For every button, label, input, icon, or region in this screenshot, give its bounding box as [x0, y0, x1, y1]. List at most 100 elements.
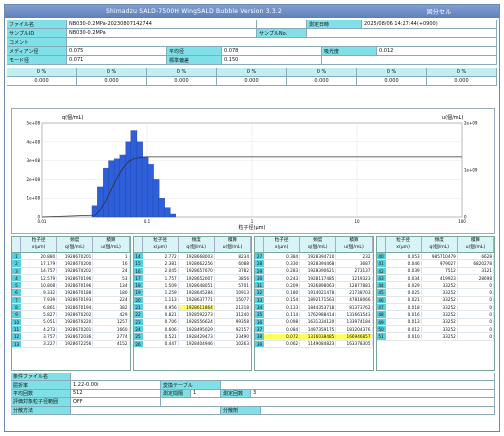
row-number: 15 [133, 260, 143, 267]
row-number: 50 [376, 325, 386, 333]
table-row[interactable]: 25 0.521 1928429473 23490 [133, 333, 252, 341]
table-row[interactable]: 30 0.243 1928117485 1219323 [255, 274, 373, 283]
table-cell: 6820278 [458, 260, 495, 266]
table-row[interactable]: 36 0.098 1631334120 133974184 [255, 318, 373, 326]
table-row[interactable]: 2 17.179 1928670200 16 [12, 260, 130, 268]
table-cell: 1.509 [143, 282, 179, 288]
table-row[interactable]: 45 0.025 33252 0 [376, 289, 495, 297]
table-row[interactable]: 18 1.509 1928648051 5701 [133, 282, 252, 290]
row-number: 11 [12, 325, 21, 333]
table-row[interactable]: 31 0.209 1926898063 12877881 [255, 282, 373, 290]
table-row[interactable]: 41 0.046 979027 6820278 [376, 260, 495, 268]
sample-value[interactable]: NB030-0.2MPa [67, 29, 257, 37]
table-cell: 7512 [422, 268, 458, 274]
table-row[interactable]: 43 0.034 419923 28698 [376, 274, 495, 283]
table-row[interactable]: 48 0.016 33252 0 [376, 311, 495, 319]
table-cell: 1 [93, 253, 130, 259]
table-cell: 0.821 [143, 312, 179, 318]
table-cell: 419923 [422, 275, 458, 281]
row-number: 28 [255, 260, 264, 267]
table-row[interactable]: 44 0.029 33252 0 [376, 282, 495, 290]
histogram-bar [147, 164, 154, 218]
table-row[interactable]: 15 2.381 1928662256 6088 [133, 260, 252, 268]
table-row[interactable]: 24 0.606 1928495029 92157 [133, 325, 252, 334]
table-row[interactable]: 28 0.330 1928394468 3687 [255, 260, 373, 268]
table-cell: 23490 [215, 333, 252, 339]
table-cell: 979027 [422, 260, 458, 266]
y-tick-label: 1e+08 [27, 196, 41, 201]
table-row[interactable]: 47 0.018 33252 0 [376, 304, 495, 312]
table-row[interactable]: 29 0.283 1928390621 273137 [255, 267, 373, 275]
table-row[interactable]: 50 0.012 33252 0 [376, 325, 495, 334]
table-row[interactable]: 1 20.880 1928670201 1 [12, 253, 130, 261]
median-row: メディアン径 0.075 平均径 0.078 吸光度 0.012 [7, 47, 497, 56]
table-row[interactable]: 22 0.821 1928592273 31240 [133, 311, 252, 319]
table-cell: 0 [458, 333, 495, 339]
table-row[interactable]: 33 0.154 1892171563 47818066 [255, 296, 373, 305]
table-cell: 9.332 [21, 290, 58, 296]
sampleno-value[interactable] [307, 29, 497, 37]
table-row[interactable]: 21 0.956 1928611864 21218 [133, 304, 252, 312]
dist-value: 0.000 [77, 77, 147, 85]
median-label: メディアン径 [7, 47, 67, 55]
table-row[interactable]: 39 0.062 1149084823 163378305 [255, 340, 373, 348]
table-cell: 12.579 [21, 275, 58, 281]
table-row[interactable]: 8 6.861 1928670194 382 [12, 304, 130, 312]
dist-value-row: 0.000 0.000 0.000 0.000 0.000 0.000 0.000 [7, 77, 497, 86]
table-row[interactable]: 40 0.053 985710479 6628 [376, 253, 495, 261]
table-cell: 1928670188 [57, 290, 94, 296]
table-cell: 1149084823 [300, 341, 337, 347]
table-row[interactable]: 32 0.180 1914021478 21738703 [255, 289, 373, 297]
table-row[interactable]: 26 0.447 1928404946 10263 [133, 340, 252, 348]
table-row[interactable]: 46 0.021 33252 0 [376, 296, 495, 305]
table-cell: 1928117485 [300, 275, 337, 281]
table-row[interactable]: 37 0.084 1497359175 181204376 [255, 325, 373, 334]
table-row[interactable]: 17 1.757 1928652007 3856 [133, 274, 252, 283]
table-row[interactable]: 16 2.045 1928657670 3782 [133, 267, 252, 275]
table-row[interactable]: 27 0.384 1928394710 232 [255, 253, 373, 261]
table-row[interactable]: 35 0.114 1762988414 131661543 [255, 311, 373, 319]
table-cell: 0 [458, 319, 495, 325]
table-row[interactable]: 10 5.051 1928670220 1257 [12, 318, 130, 326]
table-row[interactable]: 12 3.757 1928672036 2774 [12, 333, 130, 341]
dist-header: 0 % [77, 68, 147, 76]
table-cell: 382 [93, 304, 130, 310]
table-row[interactable]: 5 10.808 1928670196 134 [12, 282, 130, 290]
table-cell: 0.039 [386, 268, 422, 274]
table-cell: 1928672036 [57, 333, 94, 339]
table-row[interactable]: 14 2.772 1928668003 8234 [133, 253, 252, 261]
table-row[interactable]: 13 3.227 1928672256 4152 [12, 340, 130, 348]
row-number: 51 [376, 333, 386, 340]
row-number: 29 [255, 267, 264, 274]
file-value[interactable]: NB030-0.2MPa-20230807142744 [67, 20, 257, 28]
table-cell: 10913 [215, 290, 252, 296]
table-cell: 1844353718 [300, 304, 337, 310]
table-cell: 0.243 [264, 275, 301, 281]
interval-value: 1 [191, 389, 221, 398]
table-cell: 6.861 [21, 304, 58, 310]
table-row[interactable]: 49 0.013 33252 0 [376, 318, 495, 326]
table-row[interactable]: 20 1.113 1928637771 15077 [133, 296, 252, 305]
date-value: 2025/08/06 14:27:44(+0900) [362, 20, 497, 28]
cond-value[interactable] [71, 373, 495, 381]
table-cell: 1219323 [336, 275, 373, 281]
table-row[interactable]: 11 4.273 1928670201 1660 [12, 325, 130, 334]
table-row[interactable]: 34 0.133 1844353718 81373762 [255, 304, 373, 312]
comment-value[interactable] [67, 38, 497, 46]
table-row[interactable]: 38 0.072 1316038485 166946857 [255, 333, 373, 341]
dist-header: 0 % [287, 68, 357, 76]
table-row[interactable]: 3 14.757 1928670202 24 [12, 267, 130, 275]
row-number: 30 [255, 274, 264, 282]
table-row[interactable]: 7 7.939 1928670193 224 [12, 296, 130, 305]
row-number: 35 [255, 311, 264, 318]
table-row[interactable]: 23 0.706 1928556624 99358 [133, 318, 252, 326]
table-cell: 2774 [93, 333, 130, 339]
table-row[interactable]: 6 9.332 1928670188 180 [12, 289, 130, 297]
table-row[interactable]: 19 1.259 1928645284 10913 [133, 289, 252, 297]
table-cell: 0.025 [386, 290, 422, 296]
histogram-bar [164, 207, 171, 218]
table-row[interactable]: 42 0.039 7512 3121 [376, 267, 495, 275]
table-row[interactable]: 9 5.827 1928670202 429 [12, 311, 130, 319]
table-row[interactable]: 4 12.579 1928670196 53 [12, 274, 130, 283]
table-row[interactable]: 51 0.010 33252 0 [376, 333, 495, 341]
